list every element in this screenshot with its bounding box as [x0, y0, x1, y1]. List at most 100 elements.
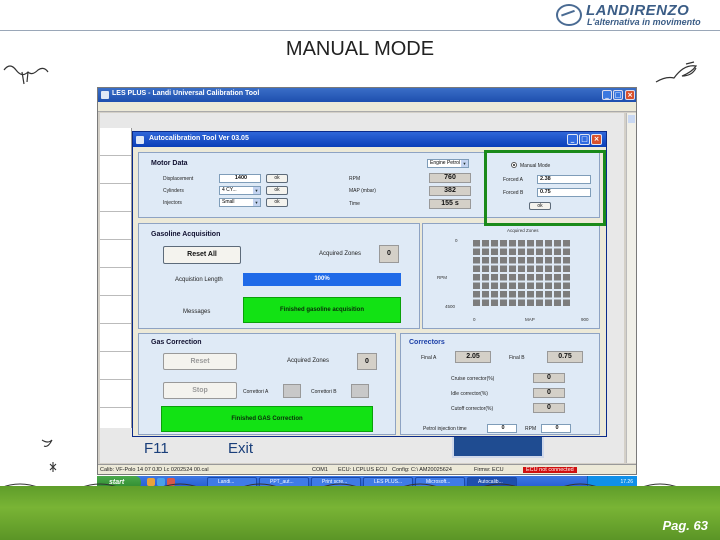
gas-correction-heading: Gas Correction: [151, 339, 202, 346]
cutoff-corrector-label: Cutoff corrector(%): [451, 406, 494, 412]
zone-cell: [518, 265, 525, 272]
status-com: COM1: [312, 467, 328, 473]
zones-title: Acquired Zones: [507, 228, 539, 233]
map-label: MAP (mbar): [349, 188, 376, 194]
maximize-button[interactable]: □: [613, 90, 623, 100]
final-b-label: Final B: [509, 355, 525, 361]
correctors-heading: Correctors: [409, 339, 445, 346]
zone-cell: [509, 240, 516, 247]
cutoff-corrector-value: 0: [533, 403, 565, 413]
gasoline-heading: Gasoline Acquisition: [151, 231, 221, 238]
zone-cell: [473, 299, 480, 306]
zones-x-label: MAP: [525, 317, 535, 322]
zone-cell: [518, 248, 525, 255]
zone-cell: [563, 248, 570, 255]
zone-cell: [563, 257, 570, 264]
zone-cell: [554, 240, 561, 247]
cylinders-ok-button[interactable]: ok: [266, 186, 288, 195]
zone-cell: [482, 274, 489, 281]
time-label: Time: [349, 201, 360, 207]
zone-cell: [536, 240, 543, 247]
zone-cell: [491, 291, 498, 298]
status-connection: ECU not connected: [523, 467, 577, 473]
zone-cell: [500, 291, 507, 298]
zone-cell: [527, 291, 534, 298]
vertical-scrollbar[interactable]: [626, 113, 636, 463]
zone-cell: [473, 257, 480, 264]
displacement-field[interactable]: 1400: [219, 174, 261, 183]
zone-cell: [563, 291, 570, 298]
reset-all-button[interactable]: Reset All: [163, 246, 241, 264]
zone-cell: [518, 282, 525, 289]
stop-button[interactable]: Stop: [163, 382, 237, 399]
zone-cell: [509, 257, 516, 264]
zone-cell: [545, 257, 552, 264]
brand-emblem-icon: [556, 4, 582, 26]
zones-y-top: 0: [455, 238, 458, 243]
zone-cell: [482, 299, 489, 306]
engine-select[interactable]: Engine Petrol: [427, 159, 469, 168]
zone-cell: [482, 291, 489, 298]
injectors-ok-button[interactable]: ok: [266, 198, 288, 207]
zone-cell: [536, 299, 543, 306]
displacement-ok-button[interactable]: ok: [266, 174, 288, 183]
gasoline-acquired-value: 0: [379, 245, 399, 263]
zone-cell: [500, 282, 507, 289]
minimize-button[interactable]: _: [602, 90, 612, 100]
dialog-titlebar: Autocalibration Tool Ver 03.05 _ □ ×: [133, 132, 606, 147]
acquisition-length-label: Acquistion Length: [175, 277, 223, 283]
dialog-maximize-button[interactable]: □: [579, 134, 590, 145]
header-rule: [0, 30, 720, 31]
acquired-zones-grid: Acquired Zones 0 RPM 4500 0 MAP 900: [437, 228, 589, 322]
zone-cell: [500, 274, 507, 281]
zone-cell: [563, 282, 570, 289]
cruise-corrector-value: 0: [533, 373, 565, 383]
reset-button[interactable]: Reset: [163, 353, 237, 370]
zone-cell: [518, 257, 525, 264]
time-value: 155 s: [429, 199, 471, 209]
exit-key-label: Exit: [228, 440, 254, 457]
zone-cell: [482, 248, 489, 255]
zone-cell: [527, 265, 534, 272]
zone-cell: [527, 282, 534, 289]
zone-cell: [473, 282, 480, 289]
dialog-minimize-button[interactable]: _: [567, 134, 578, 145]
zone-cell: [563, 240, 570, 247]
zone-cell: [500, 299, 507, 306]
zone-cell: [491, 248, 498, 255]
f11-key-label: F11: [144, 440, 169, 457]
zone-cell: [554, 299, 561, 306]
zone-cell: [491, 299, 498, 306]
dialog-app-icon: [136, 136, 144, 144]
correctors-rpm-value: 0: [541, 424, 571, 433]
dialog-close-button[interactable]: ×: [591, 134, 602, 145]
gasoline-acquisition-panel: Gasoline Acquisition Reset All Acquired …: [138, 223, 420, 329]
rpm-label: RPM: [349, 176, 361, 182]
zone-cell: [536, 282, 543, 289]
zone-cell: [527, 257, 534, 264]
zone-cell: [536, 257, 543, 264]
zone-cell: [545, 240, 552, 247]
zone-cell: [473, 248, 480, 255]
zone-cell: [527, 240, 534, 247]
background-logo: [452, 434, 544, 458]
messages-label: Messages: [183, 309, 211, 315]
app-icon: [101, 91, 109, 99]
zone-cell: [554, 248, 561, 255]
zone-cell: [536, 265, 543, 272]
zone-cell: [545, 299, 552, 306]
acquisition-progress-bar: 100%: [243, 273, 401, 286]
zone-cell: [491, 282, 498, 289]
landirenzo-logo: LANDIRENZO L'alternativa in movimento: [556, 2, 718, 30]
left-panel: [100, 128, 132, 428]
close-button[interactable]: ×: [625, 90, 635, 100]
corr-b-value: [351, 384, 369, 398]
cylinders-select[interactable]: 4 CY...: [219, 186, 261, 195]
doodle-bottom-icon: [41, 439, 57, 472]
grass-footer: [0, 486, 720, 540]
zones-y-bottom: 4500: [445, 304, 456, 309]
zone-cell: [563, 274, 570, 281]
gas-correction-message: Finished GAS Correction: [161, 406, 373, 432]
manual-mode-highlight: [484, 150, 606, 226]
injectors-select[interactable]: Small: [219, 198, 261, 207]
